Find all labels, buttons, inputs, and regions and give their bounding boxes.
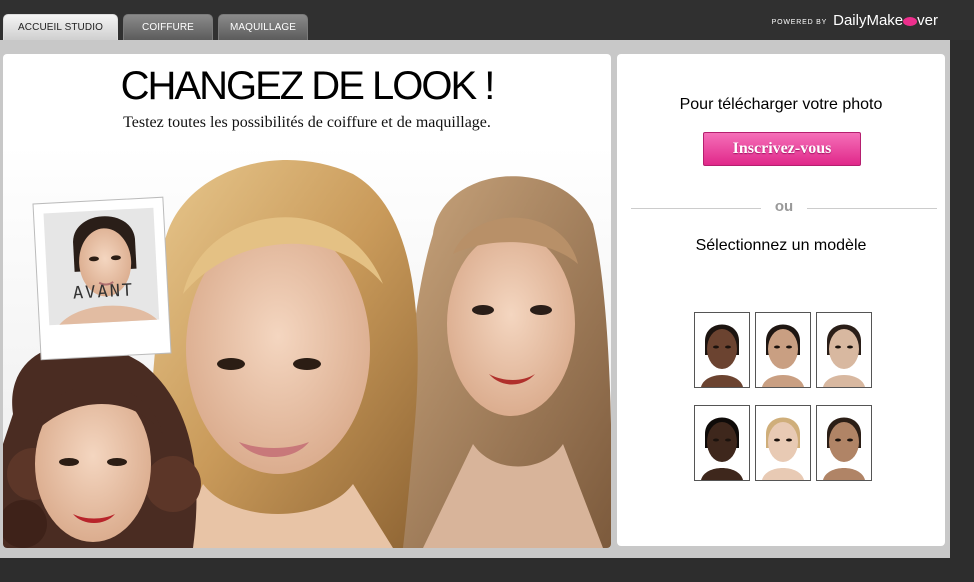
powered-by-logo[interactable]: POWERED BY DailyMake ver	[772, 12, 938, 29]
model-thumbnail[interactable]	[694, 405, 750, 481]
page-title: CHANGEZ DE LOOK !	[120, 64, 496, 108]
hero-panel: CHANGEZ DE LOOK ! Testez toutes les poss…	[3, 54, 611, 548]
brand-suffix: ver	[917, 12, 938, 29]
top-bar: ACCUEIL STUDIO COIFFURE MAQUILLAGE POWER…	[0, 0, 974, 40]
tab-coiffure[interactable]: COIFFURE	[123, 14, 213, 40]
bottom-bar	[0, 558, 974, 582]
model-thumbnail[interactable]	[755, 312, 811, 388]
signup-button[interactable]: Inscrivez-vous	[703, 132, 861, 166]
powered-by-label: POWERED BY	[771, 19, 828, 26]
model-thumbnail[interactable]	[755, 405, 811, 481]
tab-maquillage[interactable]: MAQUILLAGE	[218, 14, 308, 40]
tab-accueil-studio[interactable]: ACCUEIL STUDIO	[3, 14, 118, 40]
or-label: ou	[774, 198, 794, 215]
before-photo-card	[32, 196, 172, 361]
model-collage	[3, 144, 611, 548]
select-model-title: Sélectionnez un modèle	[695, 237, 867, 254]
upload-title: Pour télécharger votre photo	[679, 96, 883, 113]
model-thumbnail[interactable]	[694, 312, 750, 388]
model-right	[403, 176, 611, 548]
page-subtitle: Testez toutes les possibilités de coiffu…	[123, 114, 491, 131]
upload-panel: Pour télécharger votre photo Inscrivez-v…	[617, 54, 945, 546]
or-separator: ou	[631, 198, 937, 216]
brand-name: DailyMake	[833, 12, 904, 29]
before-label: AVANT	[72, 280, 135, 304]
model-thumbnail[interactable]	[816, 312, 872, 388]
lips-icon	[903, 17, 918, 26]
model-thumbnail[interactable]	[816, 405, 872, 481]
